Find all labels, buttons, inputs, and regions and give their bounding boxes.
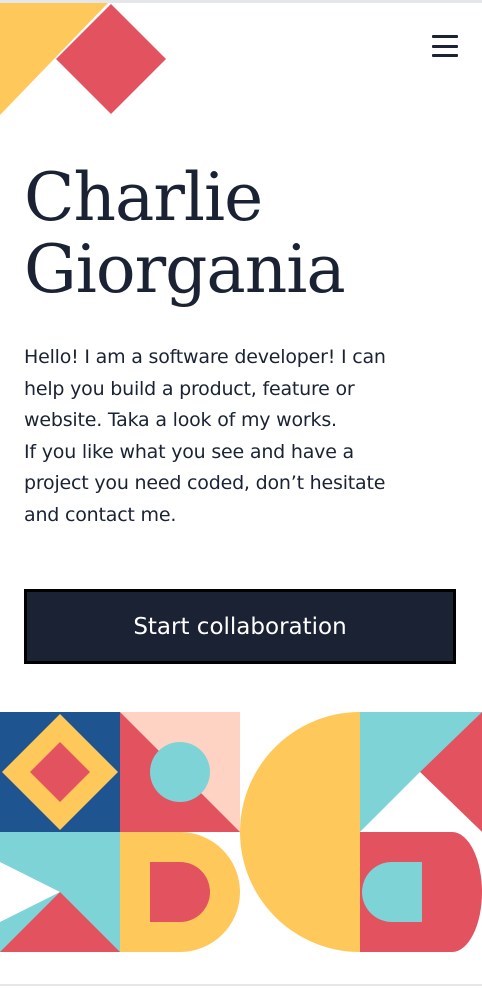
intro-text: Hello! I am a software developer! I can … [24, 342, 444, 532]
geometric-logo-icon[interactable] [0, 3, 170, 115]
page-title: Charlie Giorgania [24, 159, 346, 308]
intro-line: If you like what you see and have a [24, 440, 354, 463]
bottom-divider [0, 984, 482, 986]
title-last-name: Giorgania [24, 231, 346, 308]
title-first-name: Charlie [24, 159, 263, 236]
start-collaboration-button[interactable]: Start collaboration [24, 589, 456, 664]
intro-line: help you build a product, feature or [24, 377, 355, 400]
hamburger-menu-icon[interactable] [430, 33, 460, 59]
intro-line: Hello! I am a software developer! I can [24, 346, 386, 368]
geometric-artwork [0, 712, 482, 952]
intro-line: and contact me. [24, 503, 177, 526]
intro-line: project you need coded, don’t hesitate [24, 472, 386, 495]
intro-line: website. Taka a look of my works. [24, 409, 337, 432]
